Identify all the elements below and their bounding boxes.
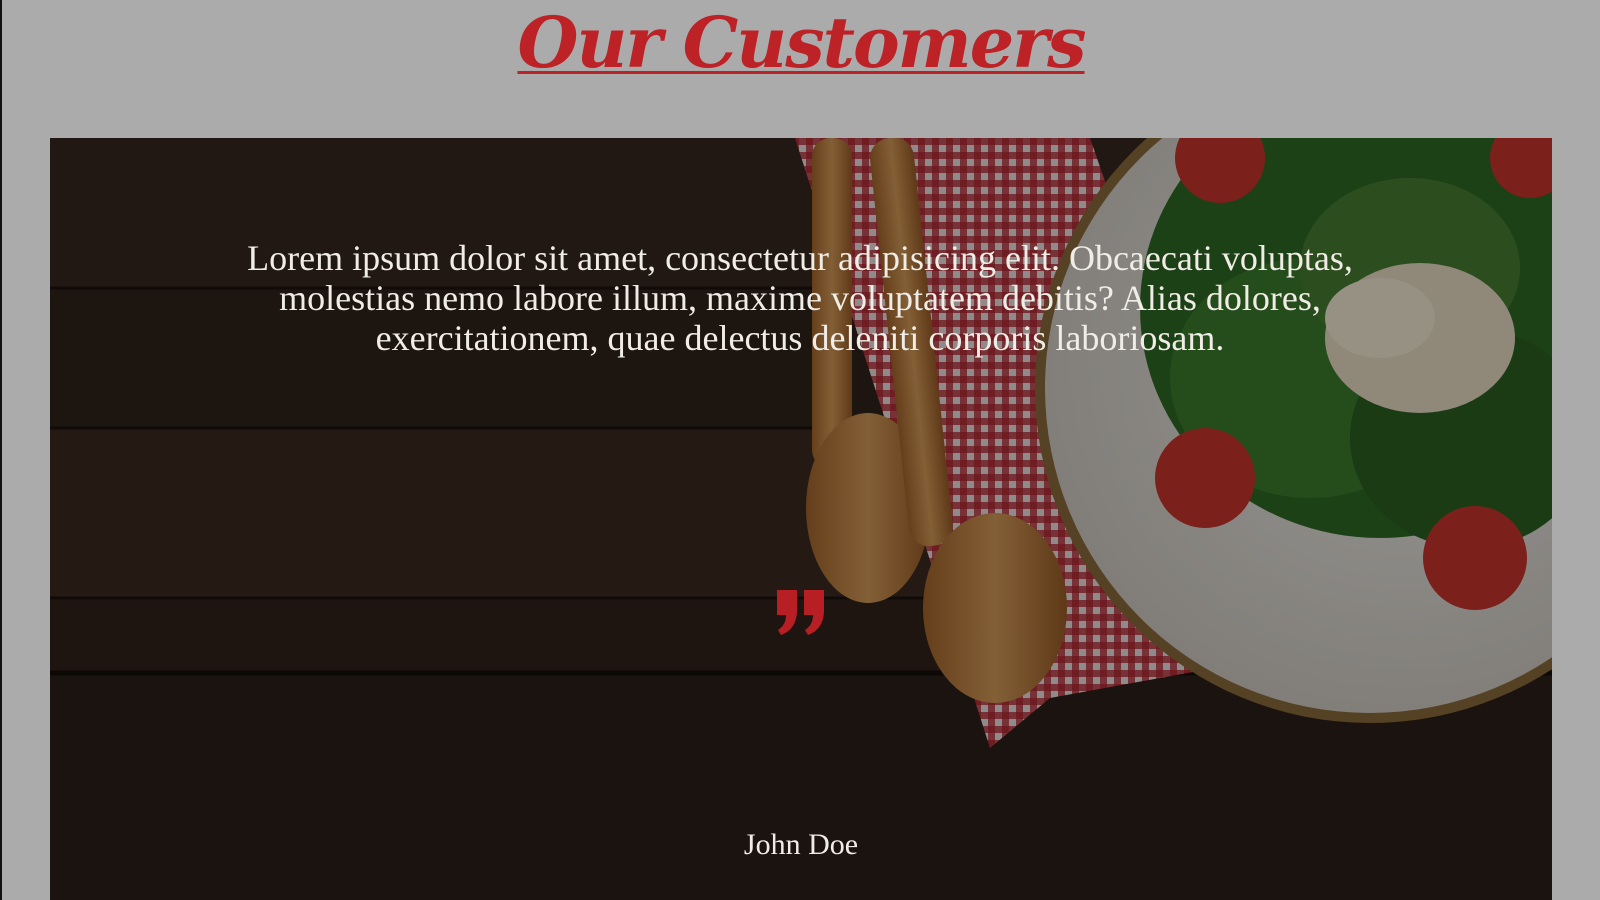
testimonial-slide: Lorem ipsum dolor sit amet, consectetur … — [50, 138, 1552, 900]
section-title: Our Customers — [517, 1, 1086, 84]
testimonial-quote: Lorem ipsum dolor sit amet, consectetur … — [247, 238, 1353, 358]
testimonial-author: John Doe — [743, 828, 859, 861]
quote-right-icon — [777, 590, 824, 635]
